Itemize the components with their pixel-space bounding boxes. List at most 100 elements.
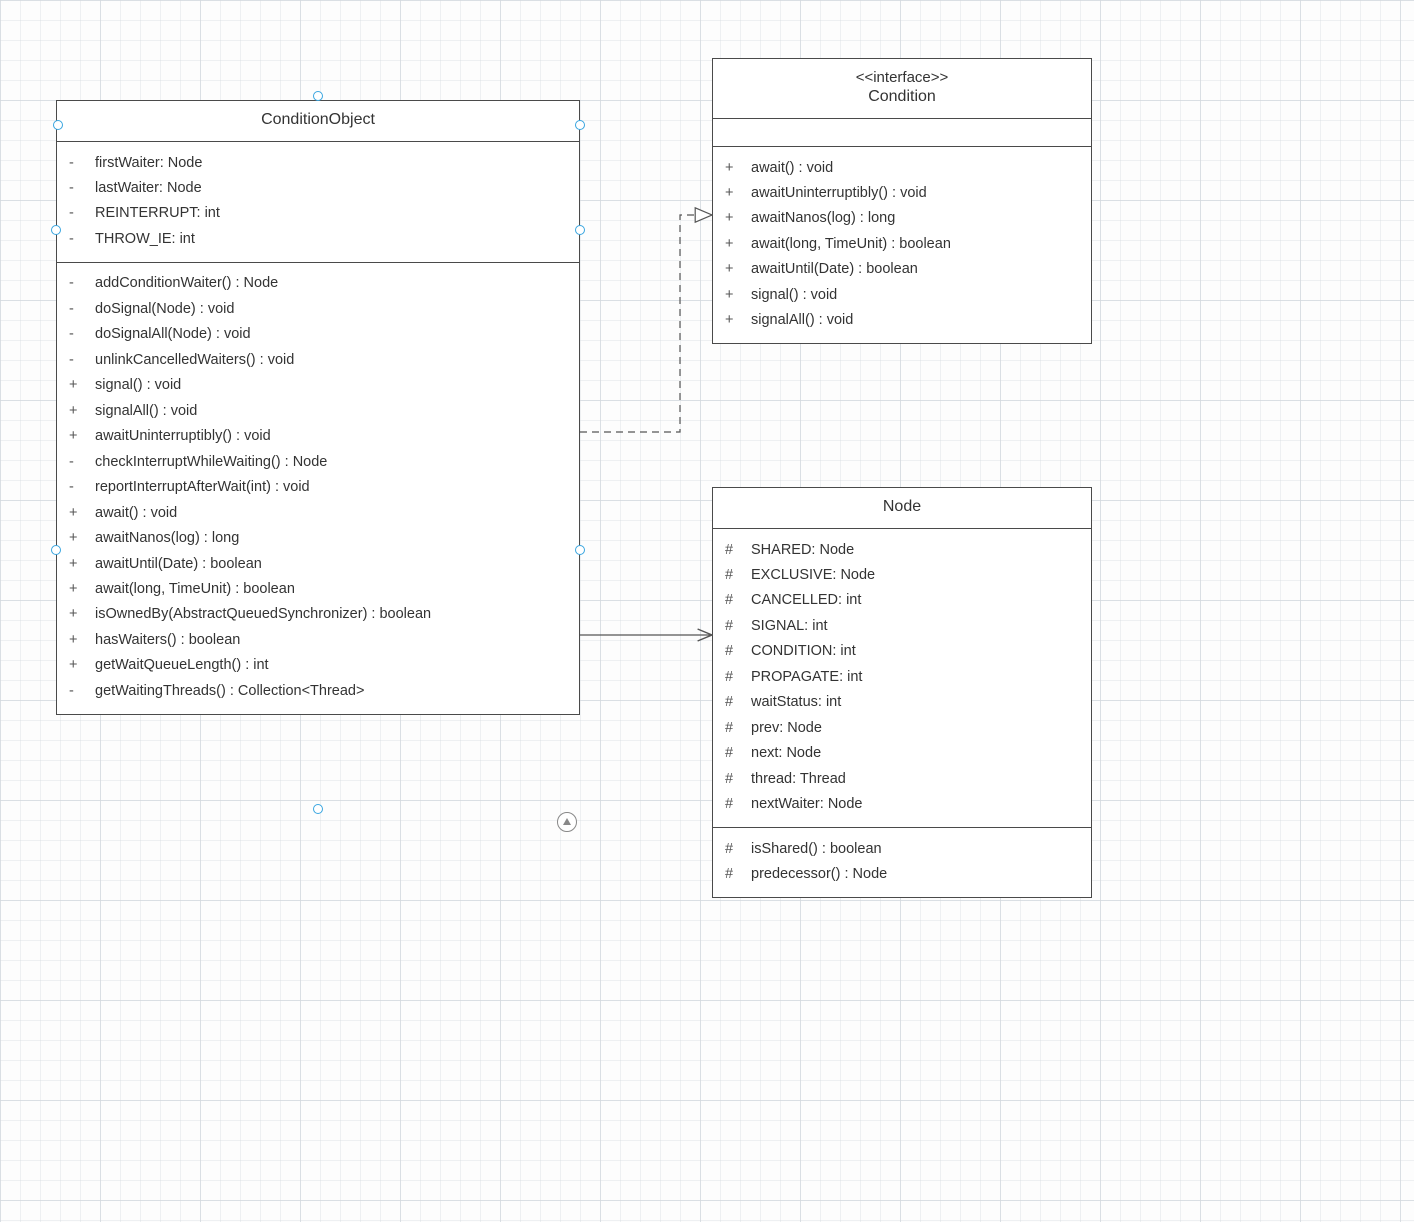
signature: PROPAGATE: int	[751, 666, 1079, 688]
visibility: -	[69, 451, 95, 473]
member-row: #waitStatus: int	[713, 690, 1091, 715]
visibility: +	[69, 629, 95, 651]
member-row: #PROPAGATE: int	[713, 664, 1091, 689]
signature: CONDITION: int	[751, 640, 1079, 662]
visibility: #	[725, 768, 751, 790]
member-row: +signal() : void	[57, 373, 579, 398]
signature: isOwnedBy(AbstractQueuedSynchronizer) : …	[95, 603, 567, 625]
visibility: +	[69, 425, 95, 447]
signature: CANCELLED: int	[751, 589, 1079, 611]
selection-handle[interactable]	[575, 120, 585, 130]
visibility: -	[69, 228, 95, 250]
visibility: #	[725, 539, 751, 561]
signature: lastWaiter: Node	[95, 177, 567, 199]
expand-handle-icon[interactable]	[557, 812, 577, 832]
class-title: Node	[713, 488, 1091, 529]
signature: await(long, TimeUnit) : boolean	[751, 233, 1079, 255]
member-row: #SIGNAL: int	[713, 613, 1091, 638]
signature: awaitUninterruptibly() : void	[95, 425, 567, 447]
signature: await(long, TimeUnit) : boolean	[95, 578, 567, 600]
signature: signal() : void	[95, 374, 567, 396]
selection-handle[interactable]	[51, 545, 61, 555]
signature: awaitNanos(log) : long	[95, 527, 567, 549]
member-row: -THROW_IE: int	[57, 226, 579, 251]
visibility: -	[69, 298, 95, 320]
selection-handle[interactable]	[51, 225, 61, 235]
attributes-section	[713, 119, 1091, 147]
visibility: +	[69, 502, 95, 524]
attributes-section: #SHARED: Node#EXCLUSIVE: Node#CANCELLED:…	[713, 529, 1091, 828]
signature: doSignalAll(Node) : void	[95, 323, 567, 345]
member-row: -reportInterruptAfterWait(int) : void	[57, 475, 579, 500]
selection-handle[interactable]	[313, 91, 323, 101]
signature: awaitUntil(Date) : boolean	[751, 258, 1079, 280]
class-title: ConditionObject	[57, 101, 579, 142]
signature: next: Node	[751, 742, 1079, 764]
member-row: +awaitUninterruptibly() : void	[713, 180, 1091, 205]
member-row: #prev: Node	[713, 715, 1091, 740]
member-row: -getWaitingThreads() : Collection<Thread…	[57, 678, 579, 703]
signature: REINTERRUPT: int	[95, 202, 567, 224]
signature: signalAll() : void	[751, 309, 1079, 331]
member-row: +awaitUninterruptibly() : void	[57, 424, 579, 449]
selection-handle[interactable]	[575, 545, 585, 555]
member-row: #EXCLUSIVE: Node	[713, 562, 1091, 587]
member-row: #CONDITION: int	[713, 639, 1091, 664]
class-name-text: Node	[883, 498, 921, 515]
visibility: +	[725, 207, 751, 229]
member-row: #predecessor() : Node	[713, 862, 1091, 887]
member-row: #next: Node	[713, 741, 1091, 766]
member-row: -unlinkCancelledWaiters() : void	[57, 347, 579, 372]
visibility: +	[69, 603, 95, 625]
member-row: +awaitNanos(log) : long	[57, 526, 579, 551]
member-row: +await(long, TimeUnit) : boolean	[57, 577, 579, 602]
attributes-section: -firstWaiter: Node-lastWaiter: Node-REIN…	[57, 142, 579, 263]
member-row: +awaitNanos(log) : long	[713, 206, 1091, 231]
visibility: #	[725, 564, 751, 586]
signature: thread: Thread	[751, 768, 1079, 790]
signature: EXCLUSIVE: Node	[751, 564, 1079, 586]
signature: firstWaiter: Node	[95, 152, 567, 174]
signature: waitStatus: int	[751, 691, 1079, 713]
signature: prev: Node	[751, 717, 1079, 739]
selection-handle[interactable]	[575, 225, 585, 235]
member-row: #CANCELLED: int	[713, 588, 1091, 613]
visibility: +	[725, 284, 751, 306]
class-conditionobject[interactable]: ConditionObject -firstWaiter: Node-lastW…	[56, 100, 580, 715]
visibility: +	[725, 233, 751, 255]
visibility: +	[69, 374, 95, 396]
member-row: +isOwnedBy(AbstractQueuedSynchronizer) :…	[57, 602, 579, 627]
member-row: -REINTERRUPT: int	[57, 201, 579, 226]
visibility: +	[69, 654, 95, 676]
member-row: #nextWaiter: Node	[713, 792, 1091, 817]
member-row: +awaitUntil(Date) : boolean	[57, 551, 579, 576]
class-condition[interactable]: <<interface>> Condition +await() : void+…	[712, 58, 1092, 344]
visibility: #	[725, 742, 751, 764]
signature: awaitUntil(Date) : boolean	[95, 553, 567, 575]
selection-handle[interactable]	[53, 120, 63, 130]
member-row: #isShared() : boolean	[713, 836, 1091, 861]
operations-section: + await() : void+awaitUninterruptibly() :…	[713, 147, 1091, 343]
member-row: -checkInterruptWhileWaiting() : Node	[57, 449, 579, 474]
visibility: +	[725, 309, 751, 331]
class-name-text: Condition	[868, 88, 936, 105]
signature: SIGNAL: int	[751, 615, 1079, 637]
member-row: #SHARED: Node	[713, 537, 1091, 562]
member-row: +await() : void	[57, 500, 579, 525]
member-row: -lastWaiter: Node	[57, 175, 579, 200]
signature: getWaitingThreads() : Collection<Thread>	[95, 680, 567, 702]
operations-section: -addConditionWaiter() : Node-doSignal(No…	[57, 263, 579, 714]
signature: THROW_IE: int	[95, 228, 567, 250]
member-row: +hasWaiters() : boolean	[57, 627, 579, 652]
member-row: +signal() : void	[713, 282, 1091, 307]
visibility: +	[69, 553, 95, 575]
stereotype-text: <<interface>>	[719, 69, 1085, 86]
visibility: -	[69, 272, 95, 294]
visibility: +	[69, 578, 95, 600]
signature: await() : void	[751, 157, 1079, 179]
class-node[interactable]: Node #SHARED: Node#EXCLUSIVE: Node#CANCE…	[712, 487, 1092, 898]
signature: predecessor() : Node	[751, 863, 1079, 885]
visibility: #	[725, 666, 751, 688]
member-row: -firstWaiter: Node	[57, 150, 579, 175]
selection-handle[interactable]	[313, 804, 323, 814]
